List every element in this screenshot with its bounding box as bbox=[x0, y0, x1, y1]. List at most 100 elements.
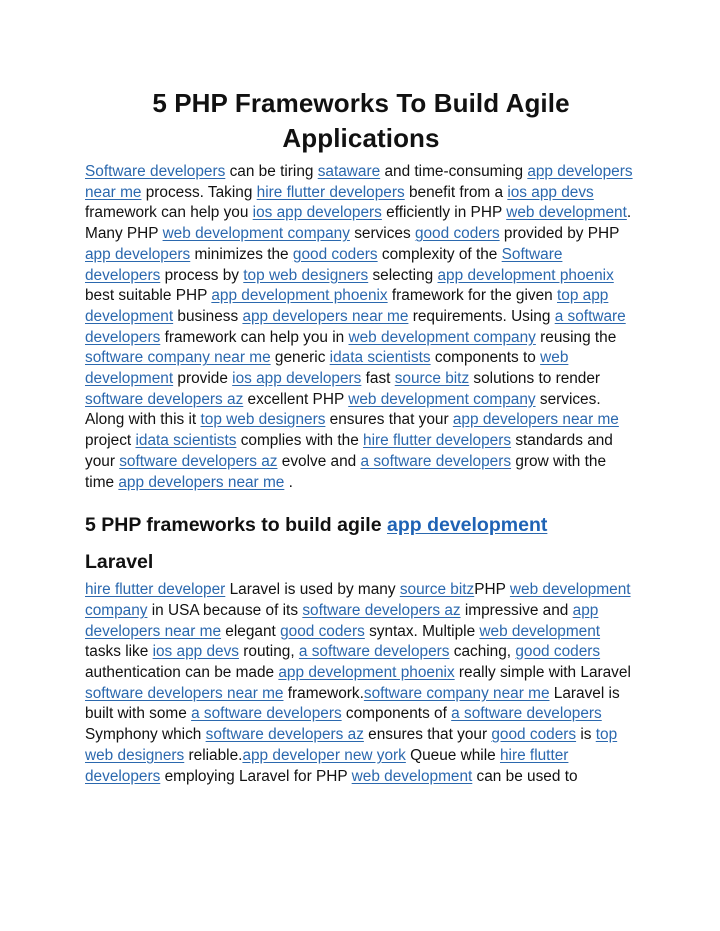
body-text-run: and time-consuming bbox=[380, 163, 528, 180]
inline-link[interactable]: web development company bbox=[348, 391, 535, 408]
body-text-run: elegant bbox=[221, 622, 281, 640]
body-text-run: tasks like bbox=[85, 643, 153, 661]
inline-link[interactable]: app developers near me bbox=[118, 474, 284, 491]
body-text-run: fast bbox=[361, 370, 395, 388]
inline-link[interactable]: software developers az bbox=[206, 726, 364, 743]
inline-link[interactable]: app developers near me bbox=[242, 308, 408, 325]
inline-link[interactable]: web development bbox=[506, 204, 627, 221]
laravel-paragraph: hire flutter developer Laravel is used b… bbox=[85, 580, 637, 787]
body-text-run: minimizes the bbox=[190, 245, 293, 263]
inline-link[interactable]: good coders bbox=[293, 246, 378, 263]
inline-link[interactable]: hire flutter developers bbox=[257, 184, 405, 201]
inline-link[interactable]: software developers az bbox=[119, 453, 277, 470]
inline-link[interactable]: software company near me bbox=[364, 685, 550, 702]
body-text-run: caching, bbox=[449, 643, 516, 661]
body-text-run: provided by PHP bbox=[499, 225, 620, 243]
inline-link[interactable]: web development bbox=[479, 623, 600, 640]
inline-link[interactable]: app development phoenix bbox=[278, 664, 454, 681]
inline-link[interactable]: idata scientists bbox=[330, 349, 431, 366]
body-text-run: process by bbox=[160, 266, 244, 284]
inline-link[interactable]: good coders bbox=[280, 623, 365, 640]
inline-link[interactable]: software developers near me bbox=[85, 685, 283, 702]
inline-link[interactable]: good coders bbox=[515, 643, 600, 660]
body-text-run: excellent PHP bbox=[243, 390, 349, 408]
inline-link[interactable]: ios app developers bbox=[232, 370, 361, 387]
body-text-run: components to bbox=[430, 349, 541, 367]
body-text-run: complexity of the bbox=[377, 245, 502, 263]
body-text-run: solutions to render bbox=[469, 370, 601, 388]
body-text-run: ensures that your bbox=[325, 411, 453, 429]
body-text-run: efficiently in PHP bbox=[381, 204, 507, 222]
body-text-run: framework. bbox=[283, 684, 364, 702]
body-text-run: provide bbox=[173, 370, 233, 388]
inline-link[interactable]: top web designers bbox=[200, 411, 325, 428]
inline-link[interactable]: good coders bbox=[491, 726, 576, 743]
inline-link[interactable]: a software developers bbox=[451, 705, 602, 722]
document-title: 5 PHP Frameworks To Build Agile Applicat… bbox=[152, 88, 570, 153]
inline-link[interactable]: app developers near me bbox=[453, 411, 619, 428]
body-text-run: components of bbox=[341, 705, 452, 723]
inline-link[interactable]: software company near me bbox=[85, 349, 271, 366]
body-text-run: process. Taking bbox=[141, 183, 257, 201]
inline-link[interactable]: a software developers bbox=[360, 453, 511, 470]
document-content: 5 PHP Frameworks To Build Agile Applicat… bbox=[85, 86, 637, 787]
body-text-run: is bbox=[576, 726, 596, 744]
inline-link[interactable]: top web designers bbox=[243, 267, 368, 284]
body-text-run: Queue while bbox=[405, 746, 500, 764]
inline-link[interactable]: web development bbox=[352, 768, 473, 785]
body-text-run: complies with the bbox=[236, 432, 364, 450]
body-text-run: PHP bbox=[474, 581, 510, 599]
body-text-run: really simple with Laravel bbox=[454, 664, 631, 682]
inline-link[interactable]: web development company bbox=[163, 225, 350, 242]
inline-link[interactable]: app developers bbox=[85, 246, 190, 263]
body-text-run: can be tiring bbox=[225, 163, 318, 180]
inline-link[interactable]: good coders bbox=[415, 225, 500, 242]
body-text-run: impressive and bbox=[460, 601, 573, 619]
inline-link[interactable]: a software developers bbox=[191, 705, 342, 722]
section-heading: 5 PHP frameworks to build agile app deve… bbox=[85, 511, 637, 539]
body-text-run: services bbox=[349, 225, 415, 243]
section-heading-link[interactable]: app development bbox=[387, 514, 547, 536]
laravel-heading: Laravel bbox=[85, 551, 154, 574]
body-text-run: best suitable PHP bbox=[85, 287, 212, 305]
inline-link[interactable]: ios app devs bbox=[507, 184, 593, 201]
body-text-run: framework can help you bbox=[85, 204, 253, 222]
body-text-run: syntax. Multiple bbox=[364, 622, 480, 640]
body-text-run: ensures that your bbox=[363, 726, 492, 744]
inline-link[interactable]: source bitz bbox=[395, 370, 469, 387]
inline-link[interactable]: Software developers bbox=[85, 163, 225, 180]
body-text-run: Laravel is used by many bbox=[225, 581, 400, 599]
body-text-run: . bbox=[284, 473, 293, 491]
inline-link[interactable]: software developers az bbox=[85, 391, 243, 408]
inline-link[interactable]: source bitz bbox=[400, 581, 474, 598]
inline-link[interactable]: idata scientists bbox=[135, 432, 236, 449]
body-text-run: framework can help you in bbox=[160, 328, 349, 346]
body-text-run: can be used to bbox=[472, 767, 578, 785]
body-text-run: employing Laravel for PHP bbox=[160, 767, 352, 785]
section-heading-text: 5 PHP frameworks to build agile bbox=[85, 514, 387, 537]
inline-link[interactable]: app development phoenix bbox=[211, 287, 387, 304]
body-text-run: authentication can be made bbox=[85, 664, 279, 682]
inline-link[interactable]: ios app developers bbox=[253, 204, 382, 221]
inline-link[interactable]: a software developers bbox=[299, 643, 450, 660]
body-text-run: reliable. bbox=[184, 746, 243, 764]
body-text-run: business bbox=[173, 307, 243, 325]
document-page: 5 PHP Frameworks To Build Agile Applicat… bbox=[0, 0, 720, 931]
body-text-run: Symphony which bbox=[85, 726, 206, 744]
body-text-run: in USA because of its bbox=[147, 601, 303, 619]
inline-link[interactable]: software developers az bbox=[302, 602, 460, 619]
body-text-run: project bbox=[85, 432, 136, 450]
body-text-run: framework for the given bbox=[387, 287, 557, 305]
body-text-run: routing, bbox=[239, 643, 299, 661]
inline-link[interactable]: web development company bbox=[349, 329, 536, 346]
body-text-run: benefit from a bbox=[404, 183, 508, 201]
inline-link[interactable]: hire flutter developer bbox=[85, 581, 225, 598]
body-text-run: evolve and bbox=[277, 452, 361, 470]
body-text-run: requirements. Using bbox=[408, 307, 555, 325]
inline-link[interactable]: ios app devs bbox=[153, 643, 239, 660]
inline-link[interactable]: sataware bbox=[318, 163, 380, 180]
inline-link[interactable]: hire flutter developers bbox=[363, 432, 511, 449]
inline-link[interactable]: app developer new york bbox=[242, 747, 405, 764]
inline-link[interactable]: app development phoenix bbox=[438, 267, 614, 284]
body-text-run: selecting bbox=[368, 266, 438, 284]
